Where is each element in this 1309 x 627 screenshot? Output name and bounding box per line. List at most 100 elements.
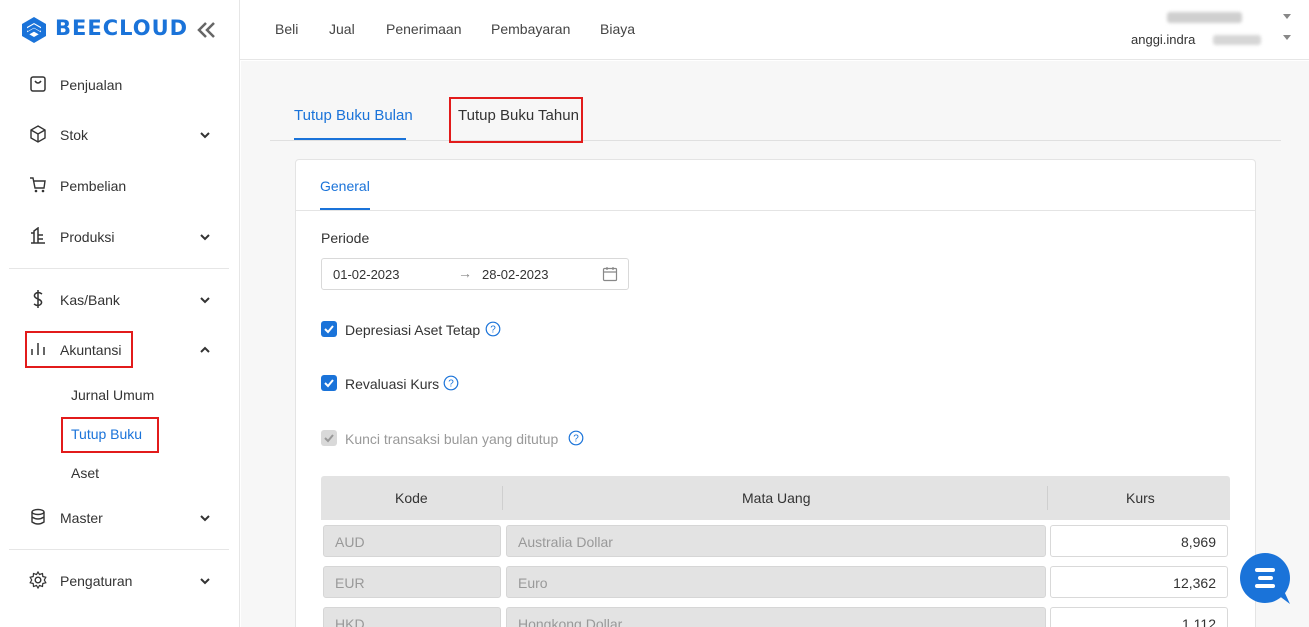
sidebar-item-label: Kas/Bank bbox=[60, 292, 120, 308]
box-icon bbox=[30, 125, 46, 143]
revaluasi-checkbox[interactable] bbox=[321, 375, 337, 391]
kurs-value: 1,112 bbox=[1182, 616, 1216, 627]
sidebar-item-label: Master bbox=[60, 510, 103, 526]
kode-value: AUD bbox=[335, 534, 365, 550]
kurs-input[interactable]: 12,362 bbox=[1050, 566, 1228, 598]
depresiasi-label: Depresiasi Aset Tetap bbox=[345, 322, 481, 338]
calendar-icon[interactable] bbox=[602, 266, 618, 282]
question-circle-icon[interactable]: ? bbox=[568, 430, 584, 446]
header-kode: Kode bbox=[395, 490, 428, 506]
brand-name: BEECLOUD bbox=[55, 16, 189, 40]
mata-uang-value: Euro bbox=[518, 575, 548, 591]
header-mata-uang: Mata Uang bbox=[742, 490, 811, 506]
sidebar-item-pembelian[interactable]: Pembelian bbox=[25, 171, 225, 201]
arrow-right-icon: → bbox=[458, 265, 472, 281]
cell-kode[interactable]: EUR bbox=[323, 566, 501, 598]
sidebar-item-kas-bank[interactable]: Kas/Bank bbox=[25, 285, 225, 315]
periode-label: Periode bbox=[321, 230, 370, 246]
chat-support-icon[interactable] bbox=[1238, 553, 1293, 605]
tutup-buku-tabs: Tutup Buku Bulan Tutup Buku Tahun bbox=[270, 91, 1281, 141]
kurs-input[interactable]: 8,969 bbox=[1050, 525, 1228, 557]
user-name-redacted bbox=[1213, 35, 1261, 45]
collapse-sidebar-icon[interactable] bbox=[196, 20, 218, 40]
kurs-input[interactable]: 1,112 bbox=[1050, 607, 1228, 627]
revaluasi-label: Revaluasi Kurs bbox=[345, 376, 440, 392]
user-menu[interactable]: anggi.indra bbox=[1131, 8, 1291, 52]
kunci-transaksi-checkbox bbox=[321, 430, 337, 446]
header-kurs: Kurs bbox=[1126, 490, 1155, 506]
chevron-down-icon bbox=[1283, 14, 1291, 19]
highlight-tutup-buku bbox=[61, 417, 159, 453]
sidebar-item-produksi[interactable]: Produksi bbox=[25, 222, 225, 252]
check-icon bbox=[324, 325, 334, 334]
topnav-jual[interactable]: Jual bbox=[329, 21, 355, 37]
sidebar-item-master[interactable]: Master bbox=[25, 503, 225, 533]
top-navigation: Beli Jual Penerimaan Pembayaran Biaya an… bbox=[240, 0, 1309, 60]
sidebar-item-penjualan[interactable]: Penjualan bbox=[25, 70, 225, 100]
database-icon bbox=[31, 508, 45, 525]
tab-tutup-buku-bulan[interactable]: Tutup Buku Bulan bbox=[294, 107, 413, 124]
sidebar-divider bbox=[9, 268, 229, 269]
chevron-down-icon bbox=[200, 234, 210, 241]
main-content: Tutup Buku Bulan Tutup Buku Tahun Genera… bbox=[241, 61, 1309, 627]
topnav-biaya[interactable]: Biaya bbox=[600, 21, 635, 37]
chevron-up-icon bbox=[200, 346, 210, 353]
periode-date-range[interactable]: 01-02-2023 → 28-02-2023 bbox=[321, 258, 629, 290]
question-circle-icon[interactable]: ? bbox=[485, 321, 501, 337]
active-tab-indicator bbox=[294, 138, 406, 140]
checkbox-kunci-row: Kunci transaksi bulan yang ditutup ? bbox=[321, 429, 601, 449]
receipt-icon bbox=[30, 76, 46, 92]
sidebar-subitem-aset[interactable]: Aset bbox=[71, 465, 99, 481]
table-header: Kode Mata Uang Kurs bbox=[321, 476, 1230, 520]
sidebar-item-pengaturan[interactable]: Pengaturan bbox=[25, 566, 225, 596]
topnav-penerimaan[interactable]: Penerimaan bbox=[386, 21, 462, 37]
topnav-pembayaran[interactable]: Pembayaran bbox=[491, 21, 570, 37]
kode-value: EUR bbox=[335, 575, 365, 591]
question-circle-icon[interactable]: ? bbox=[443, 375, 459, 391]
sidebar-item-label: Penjualan bbox=[60, 77, 123, 93]
gear-icon bbox=[29, 571, 47, 589]
kunci-transaksi-label: Kunci transaksi bulan yang ditutup bbox=[345, 431, 559, 447]
check-icon bbox=[324, 379, 334, 388]
sidebar-item-label: Stok bbox=[60, 127, 89, 143]
topnav-beli[interactable]: Beli bbox=[275, 21, 298, 37]
highlight-tutup-buku-tahun bbox=[449, 97, 583, 143]
cell-kode[interactable]: AUD bbox=[323, 525, 501, 557]
sidebar-divider bbox=[9, 549, 229, 550]
brand-logo[interactable]: BEECLOUD bbox=[18, 14, 228, 46]
check-icon bbox=[324, 434, 334, 443]
active-tab-indicator bbox=[320, 208, 370, 210]
highlight-akuntansi bbox=[25, 331, 133, 368]
factory-icon bbox=[31, 227, 45, 244]
sidebar-item-label: Produksi bbox=[60, 229, 115, 245]
kurs-value: 12,362 bbox=[1173, 575, 1216, 591]
sidebar: BEECLOUD Penjualan Stok Pembelian Produk… bbox=[0, 0, 240, 627]
chevron-down-icon bbox=[200, 297, 210, 304]
kurs-value: 8,969 bbox=[1180, 534, 1216, 550]
checkbox-depresiasi-row: Depresiasi Aset Tetap ? bbox=[321, 320, 521, 340]
cell-mata-uang[interactable]: Euro bbox=[506, 566, 1046, 598]
date-end[interactable]: 28-02-2023 bbox=[482, 267, 549, 282]
cell-kode[interactable]: HKD bbox=[323, 607, 501, 627]
mata-uang-value: Australia Dollar bbox=[518, 534, 613, 550]
svg-text:?: ? bbox=[490, 325, 496, 336]
mata-uang-value: Hongkong Dollar bbox=[518, 616, 623, 627]
chevron-down-icon bbox=[200, 132, 210, 139]
cell-mata-uang[interactable]: Australia Dollar bbox=[506, 525, 1046, 557]
chevron-down-icon bbox=[1283, 35, 1291, 40]
date-start[interactable]: 01-02-2023 bbox=[333, 267, 400, 282]
cell-mata-uang[interactable]: Hongkong Dollar bbox=[506, 607, 1046, 627]
sidebar-item-label: Pembelian bbox=[60, 178, 127, 194]
user-name: anggi.indra bbox=[1131, 32, 1196, 47]
tutup-buku-card: General Periode 01-02-2023 → 28-02-2023 … bbox=[295, 159, 1256, 627]
sidebar-item-stok[interactable]: Stok bbox=[25, 120, 225, 150]
depresiasi-checkbox[interactable] bbox=[321, 321, 337, 337]
sidebar-item-label: Pengaturan bbox=[60, 573, 133, 589]
cart-icon bbox=[30, 177, 46, 193]
tab-general[interactable]: General bbox=[320, 178, 370, 194]
sidebar-subitem-jurnal-umum[interactable]: Jurnal Umum bbox=[71, 387, 154, 403]
svg-text:?: ? bbox=[573, 434, 579, 445]
checkbox-revaluasi-row: Revaluasi Kurs ? bbox=[321, 374, 481, 394]
company-name-redacted bbox=[1167, 12, 1242, 23]
column-separator bbox=[1047, 486, 1048, 510]
